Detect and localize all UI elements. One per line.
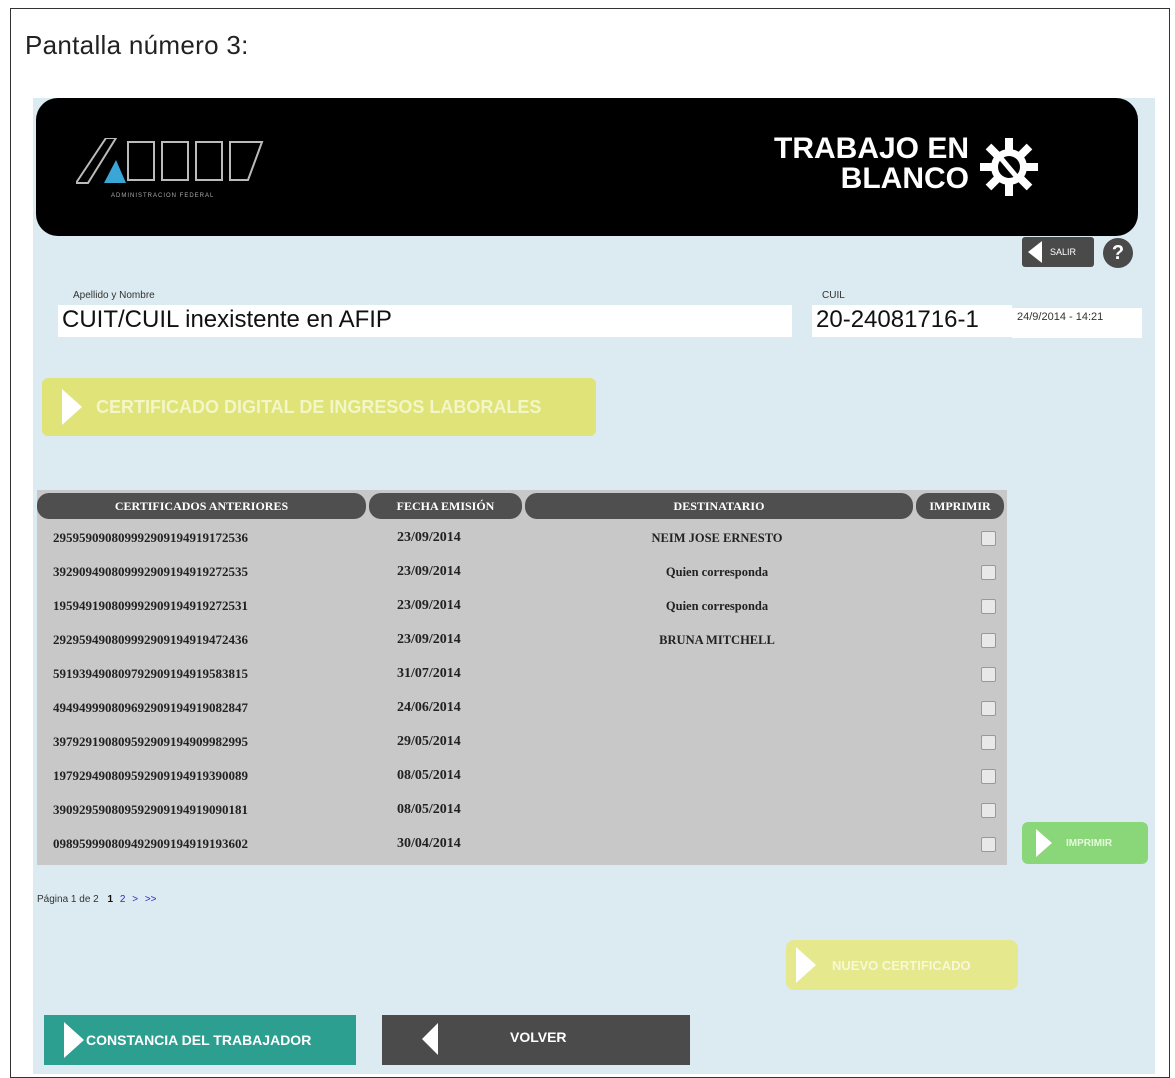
play-icon [64, 1022, 84, 1058]
cert-id: 195949190809992909194919272531 [53, 598, 248, 613]
pagination: Página 1 de 2 1 2 > >> [37, 894, 157, 905]
print-checkbox[interactable] [981, 837, 996, 852]
salir-label: SALIR [1050, 247, 1077, 257]
nuevo-certificado-label: NUEVO CERTIFICADO [832, 957, 971, 973]
play-icon [1036, 829, 1052, 857]
logo-subtitle: ADMINISTRACION FEDERAL [111, 193, 215, 199]
cert-id: 098959990809492909194919193602 [53, 836, 248, 851]
certificado-digital-button[interactable]: CERTIFICADO DIGITAL DE INGRESOS LABORALE… [42, 378, 596, 436]
page-title: Pantalla número 3: [25, 30, 249, 60]
brand-line-2: BLANCO [840, 162, 969, 195]
imprimir-label: IMPRIMIR [1066, 837, 1113, 849]
gear-wrench-icon [980, 138, 1038, 196]
cert-destinatario: BRUNA MITCHELL [659, 633, 775, 647]
play-icon [62, 389, 82, 425]
cert-id: 591939490809792909194919583815 [53, 666, 248, 681]
cert-date: 23/09/2014 [397, 564, 461, 579]
table-row: 397929190809592909194909982995 29/05/2014 [37, 725, 1007, 759]
constancia-trabajador-button[interactable]: CONSTANCIA DEL TRABAJADOR [44, 1015, 356, 1065]
table-row: 591939490809792909194919583815 31/07/2014 [37, 657, 1007, 691]
salir-button[interactable]: SALIR [1022, 237, 1094, 267]
name-field: CUIT/CUIL inexistente en AFIP [58, 305, 792, 337]
cert-id: 494949990809692909194919082847 [53, 700, 248, 715]
table-row: 292959490809992909194919472436 23/09/2014… [37, 623, 1007, 657]
table-row: 197929490809592909194919390089 08/05/2014 [37, 759, 1007, 793]
cert-date: 08/05/2014 [397, 802, 461, 817]
cert-date: 23/09/2014 [397, 530, 461, 545]
cert-id: 292959490809992909194919472436 [53, 632, 248, 647]
constancia-label: CONSTANCIA DEL TRABAJADOR [86, 1032, 312, 1048]
datetime-stamp: 24/9/2014 - 14:21 [1012, 308, 1142, 338]
cuil-field: 20-24081716-1 [812, 305, 1012, 337]
cert-date: 30/04/2014 [397, 836, 461, 851]
cert-destinatario: Quien corresponda [665, 565, 769, 579]
page-last-link[interactable]: >> [145, 894, 157, 905]
cert-id: 392909490809992909194919272535 [53, 564, 248, 579]
brand-line-1: TRABAJO EN [774, 132, 970, 165]
print-checkbox[interactable] [981, 599, 996, 614]
table-row: 494949990809692909194919082847 24/06/2014 [37, 691, 1007, 725]
cert-destinatario: Quien corresponda [665, 599, 769, 613]
table-row: 392909490809992909194919272535 23/09/2014… [37, 555, 1007, 589]
header-banner: ADMINISTRACION FEDERAL TRABAJO EN BLANCO [36, 98, 1138, 236]
table-row: 195949190809992909194919272531 23/09/2014… [37, 589, 1007, 623]
cert-date: 29/05/2014 [397, 734, 461, 749]
afip-logo [76, 138, 264, 184]
print-checkbox[interactable] [981, 735, 996, 750]
arrow-left-icon [1028, 241, 1042, 263]
page-info: Página 1 de 2 [37, 894, 99, 905]
col-header-imprimir: IMPRIMIR [916, 493, 1004, 519]
table-row: 390929590809592909194919090181 08/05/2014 [37, 793, 1007, 827]
print-checkbox[interactable] [981, 633, 996, 648]
cert-date: 31/07/2014 [397, 666, 461, 681]
col-header-certificados: CERTIFICADOS ANTERIORES [37, 493, 366, 519]
cert-date: 08/05/2014 [397, 768, 461, 783]
certificado-digital-label: CERTIFICADO DIGITAL DE INGRESOS LABORALE… [96, 396, 542, 417]
nuevo-certificado-button[interactable]: NUEVO CERTIFICADO [786, 940, 1018, 990]
cert-date: 24/06/2014 [397, 700, 461, 715]
table-row: 295959090809992909194919172536 23/09/2014… [37, 521, 1007, 555]
play-icon [796, 947, 816, 983]
cert-id: 197929490809592909194919390089 [53, 768, 248, 783]
col-header-fecha: FECHA EMISIÓN [369, 493, 522, 519]
print-checkbox[interactable] [981, 769, 996, 784]
volver-label: VOLVER [510, 1029, 567, 1045]
imprimir-button[interactable]: IMPRIMIR [1022, 822, 1148, 864]
cert-id: 295959090809992909194919172536 [53, 530, 248, 545]
print-checkbox[interactable] [981, 803, 996, 818]
name-label: Apellido y Nombre [73, 290, 155, 301]
brand-title: TRABAJO EN BLANCO [774, 134, 969, 194]
page-current: 1 [107, 894, 114, 905]
volver-button[interactable]: VOLVER [382, 1015, 690, 1065]
page-next-link[interactable]: > [132, 894, 138, 905]
table-row: 098959990809492909194919193602 30/04/2014 [37, 827, 1007, 861]
cert-id: 397929190809592909194909982995 [53, 734, 248, 749]
col-header-destinatario: DESTINATARIO [525, 493, 913, 519]
print-checkbox[interactable] [981, 565, 996, 580]
cert-destinatario: NEIM JOSE ERNESTO [651, 531, 783, 545]
cert-date: 23/09/2014 [397, 598, 461, 613]
cert-date: 23/09/2014 [397, 632, 461, 647]
print-checkbox[interactable] [981, 701, 996, 716]
help-button[interactable]: ? [1103, 238, 1133, 268]
print-checkbox[interactable] [981, 531, 996, 546]
arrow-left-icon [422, 1023, 438, 1055]
cert-id: 390929590809592909194919090181 [53, 802, 248, 817]
print-checkbox[interactable] [981, 667, 996, 682]
cuil-label: CUIL [822, 290, 845, 301]
page-link-2[interactable]: 2 [120, 894, 126, 905]
